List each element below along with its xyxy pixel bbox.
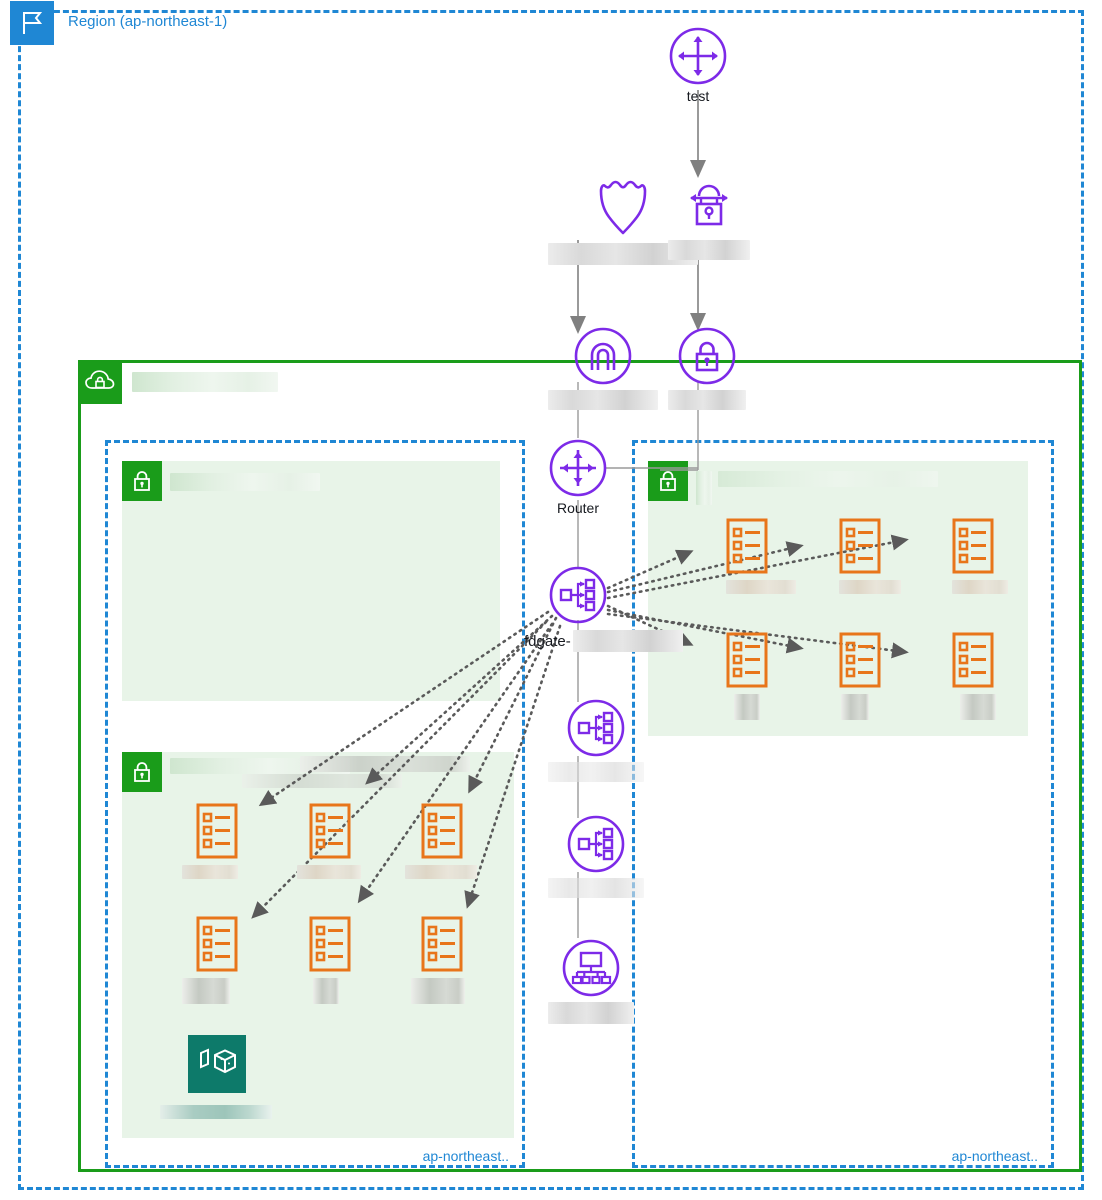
task-item[interactable] [952,518,1008,594]
node-transit-gateway-test[interactable]: test [668,26,728,104]
task-label-redacted [297,865,361,879]
ecs-task-icon [309,803,351,859]
transit-gateway-icon [668,26,728,86]
security-group-label-redacted-2 [300,756,470,772]
task-item[interactable] [411,916,465,1004]
task-label-redacted [313,978,339,1004]
node-internet-gateway[interactable] [548,326,658,410]
router-icon [548,438,608,498]
load-balancer-icon [566,814,626,874]
vpc-cloud-lock-icon [78,360,122,404]
load-balancer-icon [566,698,626,758]
node-site-to-site-vpn[interactable] [668,176,750,260]
region-flag-icon [10,1,54,45]
node-label-redacted [572,630,683,652]
node-label-redacted [548,762,644,782]
node-load-balancer-3[interactable] [548,814,644,898]
ecs-task-icon [952,632,994,688]
task-label-redacted [182,978,230,1004]
task-item[interactable] [297,803,361,879]
node-load-balancer-1-label-row: fdgate- [524,630,683,652]
node-label-redacted [548,878,644,898]
node-vpn-gateway[interactable] [668,326,746,410]
node-label-redacted [668,240,750,260]
task-label-redacted [182,865,238,879]
task-label-redacted [405,865,477,879]
ecs-task-icon [726,518,768,574]
ecs-cluster-icon [561,938,621,998]
node-label: fdgate- [524,632,571,650]
ecs-task-icon [421,916,463,972]
ecs-task-icon [196,803,238,859]
task-label-redacted [726,580,796,594]
internet-gateway-icon [573,326,633,386]
node-label: Router [556,500,600,516]
security-group-lock-icon [648,461,688,501]
ecs-task-icon [196,916,238,972]
az-right-label: ap-northeast.. [951,1148,1038,1164]
az-left-label: ap-northeast.. [422,1148,509,1164]
security-group-lock-icon [122,461,162,501]
security-group-label-redacted [696,471,712,505]
task-label-redacted [841,694,869,720]
ecr-label-redacted [160,1105,272,1119]
task-item[interactable] [839,518,901,594]
ecs-task-icon [952,518,994,574]
region-label: Region (ap-northeast-1) [68,13,228,30]
task-item[interactable] [839,632,881,720]
node-label-redacted [548,390,658,410]
task-item[interactable] [405,803,477,879]
ecr-container-registry-icon [188,1035,246,1093]
ecr-registry[interactable] [160,1035,272,1119]
node-router[interactable]: Router [548,438,608,516]
security-group-label-redacted [170,473,320,491]
security-group-label-redacted-3 [242,774,402,788]
security-group-left-top [122,461,500,701]
task-item[interactable] [309,916,351,1004]
node-label: test [686,88,710,104]
ecs-task-icon [421,803,463,859]
task-label-redacted [952,580,1008,594]
vpc-header [78,360,278,404]
task-label-redacted [411,978,465,1004]
task-item[interactable] [726,518,796,594]
node-ecs-cluster[interactable] [548,938,634,1024]
node-label-redacted [668,390,746,410]
ecs-task-icon [309,916,351,972]
vpc-label-redacted [132,372,278,392]
ecs-task-icon [839,518,881,574]
task-item[interactable] [182,916,238,1004]
load-balancer-icon [548,565,608,625]
vpn-gateway-lock-icon [677,326,737,386]
route53-shield-icon [593,175,653,239]
ecs-task-icon [726,632,768,688]
ecs-task-icon [839,632,881,688]
task-label-redacted [839,580,901,594]
task-item[interactable] [182,803,238,879]
region-header: Region (ap-northeast-1) [10,1,227,45]
task-item[interactable] [726,632,768,720]
node-label-redacted [548,1002,634,1024]
security-group-lock-icon [122,752,162,792]
security-group-label-redacted-2 [718,471,938,487]
architecture-diagram: Region (ap-northeast-1) ap-northeast.. a… [0,0,1102,1200]
node-load-balancer-2[interactable] [548,698,644,782]
task-label-redacted [734,694,760,720]
task-label-redacted [960,694,996,720]
node-load-balancer-1[interactable] [548,565,608,625]
vpn-lock-arrows-icon [679,176,739,236]
task-item[interactable] [952,632,996,720]
